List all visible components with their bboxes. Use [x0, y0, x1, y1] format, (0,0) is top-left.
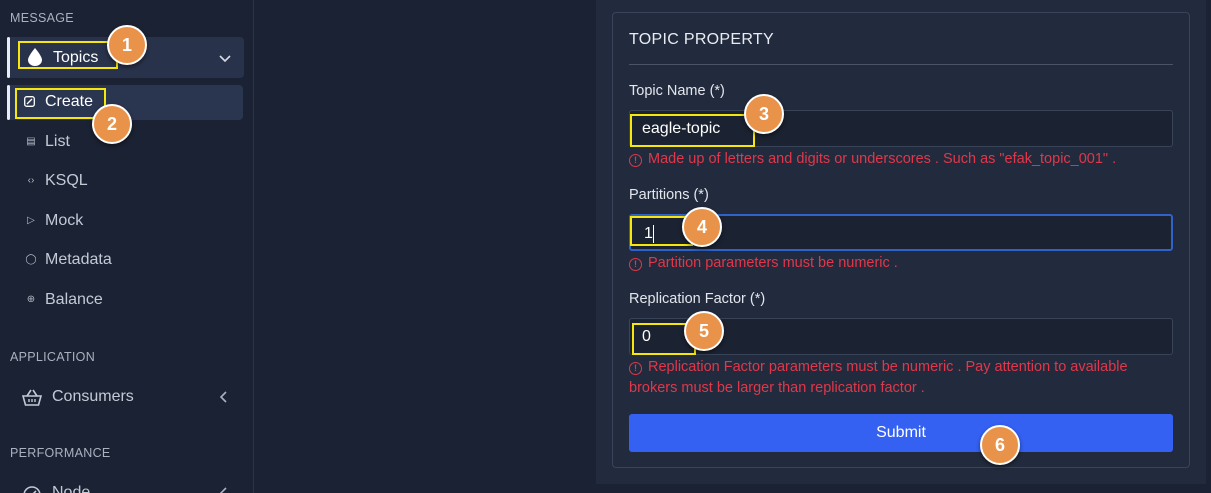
gauge-icon	[23, 486, 41, 493]
section-label-performance: PERFORMANCE	[10, 446, 111, 460]
send-icon: ▷	[27, 215, 35, 226]
database-icon: ◯	[25, 254, 37, 265]
sidebar-item-metadata[interactable]: ◯ Metadata	[24, 251, 224, 273]
step-badge-4: 4	[682, 207, 722, 247]
step-badge-1: 1	[107, 25, 147, 65]
topic-name-label: Topic Name (*)	[629, 83, 725, 99]
basket-icon	[22, 389, 42, 406]
sidebar-item-consumers[interactable]: Consumers	[22, 386, 242, 410]
replication-factor-error-text: Replication Factor parameters must be nu…	[629, 359, 1128, 396]
step-badge-6: 6	[980, 425, 1020, 465]
sidebar-item-node-label: Node	[52, 484, 91, 493]
sidebar-item-label: List	[45, 133, 70, 150]
section-label-message: MESSAGE	[10, 11, 74, 25]
list-icon: ▤	[26, 136, 36, 147]
code-icon: ‹›	[27, 175, 35, 186]
partitions-error-text: Partition parameters must be numeric .	[648, 255, 898, 271]
water-drop-icon	[28, 48, 42, 66]
active-indicator	[7, 37, 10, 78]
step-badge-3: 3	[744, 94, 784, 134]
error-icon: !	[629, 362, 642, 375]
sidebar-item-label: Metadata	[45, 251, 112, 268]
chevron-down-icon[interactable]	[218, 52, 232, 66]
topic-name-error-text: Made up of letters and digits or undersc…	[648, 151, 1117, 167]
error-icon: !	[629, 258, 642, 271]
step-badge-2: 2	[92, 104, 132, 144]
active-indicator	[7, 85, 10, 120]
topic-form-card: TOPIC PROPERTY Topic Name (*) eagle-topi…	[596, 0, 1206, 484]
chevron-left-icon	[219, 487, 227, 493]
replication-factor-label: Replication Factor (*)	[629, 291, 766, 307]
sidebar-item-mock[interactable]: ▷ Mock	[24, 212, 224, 234]
sidebar-item-balance[interactable]: ⊕ Balance	[24, 291, 224, 313]
sidebar: MESSAGE Topics Create ▤ List ‹› KSQL ▷ M…	[0, 0, 254, 493]
section-label-application: APPLICATION	[10, 350, 96, 364]
step-badge-5: 5	[684, 311, 724, 351]
sidebar-item-consumers-label: Consumers	[52, 388, 134, 405]
main-content: TOPIC PROPERTY Topic Name (*) eagle-topi…	[255, 0, 1211, 493]
sidebar-item-ksql[interactable]: ‹› KSQL	[24, 172, 224, 194]
sidebar-item-topics-label: Topics	[53, 49, 99, 66]
highlight-box-topic-name	[630, 114, 755, 147]
sidebar-item-label: Balance	[45, 291, 103, 308]
topic-name-error: ! Made up of letters and digits or unders…	[629, 149, 1169, 170]
balance-icon: ⊕	[26, 294, 36, 305]
edit-icon	[24, 96, 35, 107]
sidebar-item-label: Mock	[45, 212, 84, 229]
sidebar-item-node[interactable]: Node	[22, 482, 242, 493]
replication-factor-error: ! Replication Factor parameters must be n…	[629, 357, 1169, 399]
submit-button[interactable]: Submit	[629, 414, 1173, 452]
divider	[629, 64, 1173, 65]
chevron-left-icon	[219, 391, 227, 403]
sidebar-item-label: KSQL	[45, 172, 88, 189]
sidebar-item-create-label: Create	[45, 93, 94, 110]
partitions-error: ! Partition parameters must be numeric .	[629, 253, 1169, 274]
panel-title: TOPIC PROPERTY	[629, 31, 774, 48]
partitions-label: Partitions (*)	[629, 187, 709, 203]
error-icon: !	[629, 154, 642, 167]
